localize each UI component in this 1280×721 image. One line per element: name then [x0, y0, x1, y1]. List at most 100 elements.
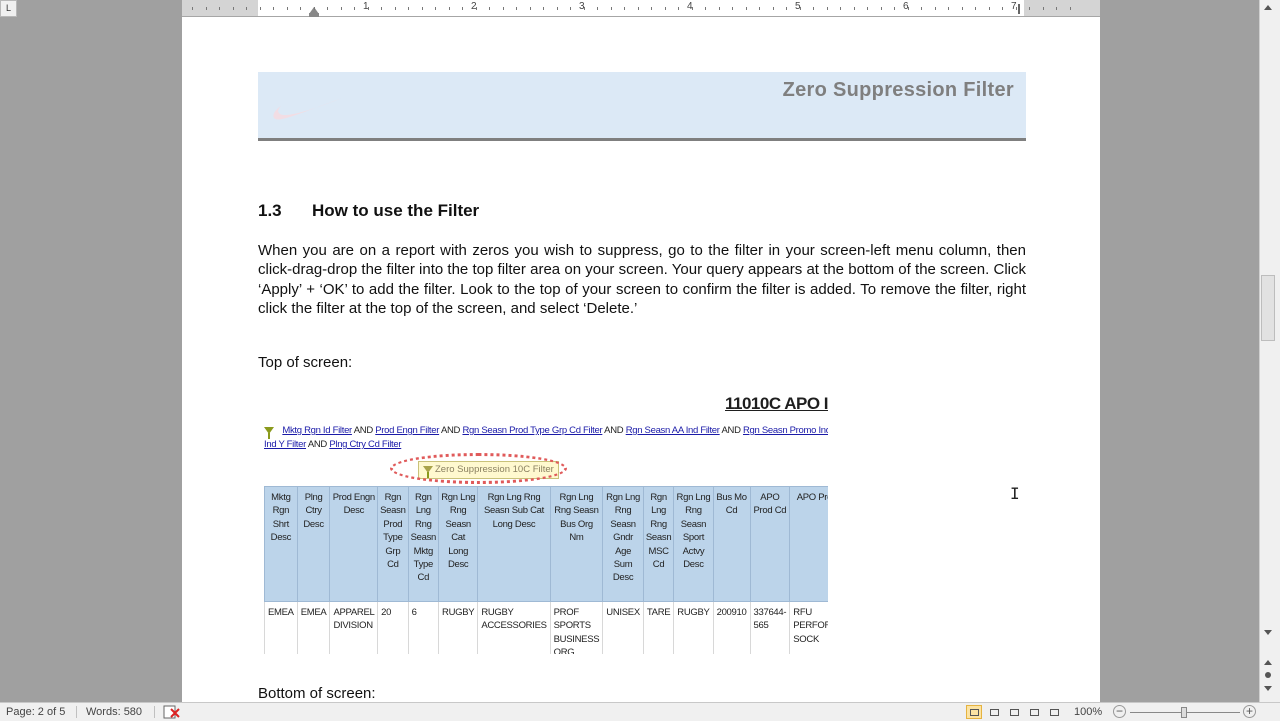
- ruler-tick: [368, 7, 369, 10]
- column-header: Rgn Lng Rng Seasn Cat Long Desc: [438, 486, 479, 602]
- section-number: 1.3: [258, 201, 282, 220]
- ruler-tick: [854, 7, 855, 10]
- ruler-tick: [489, 7, 490, 10]
- previous-page-icon[interactable]: [1264, 660, 1272, 665]
- ruler-tick: [746, 7, 747, 10]
- filter-link: Rgn Seasn AA Ind Filter: [625, 425, 720, 436]
- horizontal-ruler[interactable]: 1 2 3 4 5 6 7: [182, 0, 1100, 17]
- column-header: Rgn Lng Rng Seasn Bus Org Nm: [549, 486, 604, 602]
- report-title: 11010C APO I: [725, 394, 828, 413]
- next-page-icon[interactable]: [1264, 686, 1272, 691]
- ruler-tick: [908, 7, 909, 10]
- ruler-tick: [206, 7, 207, 10]
- ruler-tick: [921, 7, 922, 10]
- ruler-tick: [651, 7, 652, 10]
- column-header: Bus Mo Cd: [712, 486, 751, 602]
- and-text: AND: [440, 425, 461, 436]
- filter-link: Mktg Rgn Id Filter: [282, 425, 352, 436]
- column-header: Rgn Lng Rng Seasn Mktg Type Cd: [407, 486, 440, 602]
- word-count[interactable]: Words: 580: [86, 706, 142, 718]
- table-cell: 6: [407, 601, 439, 654]
- ruler-tick: [759, 7, 760, 10]
- tab-selector-button[interactable]: L: [0, 0, 17, 17]
- zoom-level[interactable]: 100%: [1074, 706, 1102, 718]
- highlight-ring: [390, 453, 567, 484]
- ruler-tick: [705, 7, 706, 10]
- ruler-tick: [435, 7, 436, 10]
- ruler-tick: [1016, 7, 1017, 10]
- scroll-up-arrow-icon[interactable]: [1264, 5, 1272, 10]
- zoom-slider-thumb[interactable]: [1181, 707, 1187, 718]
- ruler-tick: [800, 7, 801, 10]
- outline-view-button[interactable]: [1026, 705, 1042, 719]
- ruler-tick: [840, 7, 841, 10]
- report-table: Mktg Rgn Shrt Desc Plng Ctry Desc Prod E…: [264, 486, 828, 654]
- column-header: Prod Engn Desc: [329, 486, 379, 602]
- ruler-tick: [287, 7, 288, 10]
- column-header: Rgn Lng Rng Seasn MSC Cd: [642, 486, 675, 602]
- and-text: AND: [604, 425, 624, 436]
- zoom-in-button[interactable]: +: [1243, 705, 1256, 718]
- ruler-tick: [1029, 7, 1030, 10]
- table-cell: UNISEX: [602, 601, 644, 654]
- vertical-scrollbar[interactable]: [1259, 0, 1277, 702]
- ruler-tick: [638, 7, 639, 10]
- table-cell: 200910: [712, 601, 750, 654]
- filter-line-2: Ind Y Filter AND Plng Ctry Cd Filter: [264, 439, 402, 450]
- table-row: EMEA EMEA APPAREL DIVISION 20 6 RUGBY RU…: [264, 601, 828, 654]
- and-text: AND: [307, 439, 327, 450]
- swoosh-logo-icon: [273, 98, 342, 120]
- ruler-tick: [246, 7, 247, 10]
- ruler-tick: [449, 7, 450, 10]
- filter-link: Prod Engn Filter: [375, 425, 440, 436]
- ruler-tick: [300, 7, 301, 10]
- ruler-tick: [273, 7, 274, 10]
- status-divider: [154, 706, 155, 718]
- print-layout-view-button[interactable]: [966, 705, 982, 719]
- ruler-tick: [827, 7, 828, 10]
- ruler-tick: [732, 7, 733, 10]
- page-count[interactable]: Page: 2 of 5: [6, 706, 65, 718]
- draft-view-button[interactable]: [1046, 705, 1062, 719]
- ruler-tick: [665, 7, 666, 10]
- ruler-tick: [611, 7, 612, 10]
- ruler-tick: [719, 7, 720, 10]
- web-layout-button[interactable]: [1006, 705, 1022, 719]
- ruler-tick: [962, 7, 963, 10]
- full-screen-reading-button[interactable]: [986, 705, 1002, 719]
- window-edge: [1276, 0, 1280, 702]
- header-title: Zero Suppression Filter: [782, 79, 1014, 101]
- right-indent-marker[interactable]: [1018, 4, 1026, 14]
- ruler-tick: [462, 7, 463, 10]
- table-cell: RFU PERFORMANCE SOCK: [789, 601, 828, 654]
- scroll-down-arrow-icon[interactable]: [1264, 630, 1272, 635]
- section-heading: 1.3 How to use the Filter: [258, 201, 479, 221]
- zoom-out-button[interactable]: −: [1113, 705, 1126, 718]
- proofing-errors-icon[interactable]: [163, 705, 181, 719]
- scrollbar-thumb[interactable]: [1261, 275, 1275, 341]
- table-cell: 337644-565: [749, 601, 790, 654]
- ruler-tick: [1002, 7, 1003, 10]
- ruler-tick: [1070, 7, 1071, 10]
- table-cell: 20: [377, 601, 409, 654]
- document-page[interactable]: Zero Suppression Filter 1.3 How to use th…: [182, 17, 1100, 702]
- ruler-right-margin: [1024, 0, 1100, 16]
- ruler-tick: [516, 7, 517, 10]
- filter-link: Rgn Seasn Prod Type Grp Cd Filter: [462, 425, 603, 436]
- ruler-tick: [543, 7, 544, 10]
- embedded-report-screenshot: 11010C APO I Mktg Rgn Id Filter AND Prod…: [264, 394, 828, 654]
- table-cell: RUGBY ACCESSORIES: [477, 601, 551, 654]
- ruler-tick: [584, 7, 585, 10]
- column-header: Rgn Lng Rng Seasn Gndr Age Sum Desc: [602, 486, 644, 602]
- ruler-tick: [327, 7, 328, 10]
- browse-object-icon[interactable]: [1265, 672, 1271, 678]
- ruler-tick: [624, 7, 625, 10]
- column-header: Rgn Lng Rng Seasn Sub Cat Long Desc: [477, 486, 551, 602]
- and-text: AND: [721, 425, 741, 436]
- ruler-tick: [678, 7, 679, 10]
- column-header: APO Prod Desc: [789, 486, 828, 602]
- filter-funnel-icon: [264, 426, 274, 439]
- table-header-row: Mktg Rgn Shrt Desc Plng Ctry Desc Prod E…: [264, 486, 828, 602]
- ruler-tick: [192, 7, 193, 10]
- status-bar: Page: 2 of 5 Words: 580 100% − +: [0, 702, 1280, 721]
